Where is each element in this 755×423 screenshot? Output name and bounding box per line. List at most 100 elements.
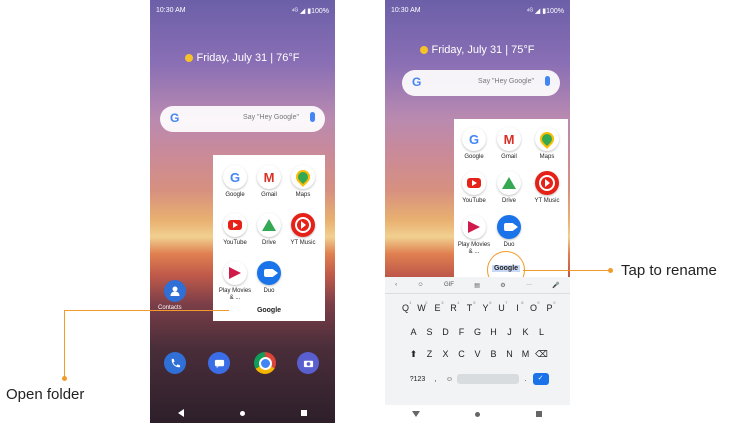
app-play-movies[interactable]: Play Movies & ...: [217, 261, 253, 302]
search-placeholder: Say "Hey Google": [243, 114, 299, 121]
app-play-movies[interactable]: Play Movies & ...: [456, 215, 492, 256]
key[interactable]: O9: [526, 300, 542, 313]
app-google[interactable]: G Google: [217, 165, 253, 199]
key[interactable]: X: [438, 349, 454, 360]
more-icon[interactable]: ···: [526, 282, 532, 288]
key[interactable]: F: [454, 327, 470, 337]
status-time: 10:30 AM: [156, 7, 186, 14]
key[interactable]: P0: [542, 300, 558, 313]
app-drive[interactable]: Drive: [251, 213, 287, 247]
period-key[interactable]: .: [519, 376, 533, 383]
key[interactable]: H: [486, 327, 502, 337]
app-duo[interactable]: Duo: [491, 215, 527, 249]
key[interactable]: E3: [430, 300, 446, 313]
microphone-icon[interactable]: [310, 112, 315, 122]
space-bar[interactable]: [456, 374, 519, 384]
key[interactable]: Q1: [398, 300, 414, 313]
status-bar: 10:30 AM ⁴ᴳ ◢ ▮100%: [150, 0, 335, 20]
symbols-key[interactable]: ?123: [407, 376, 429, 383]
google-search-bar[interactable]: G Say "Hey Google": [160, 106, 325, 132]
app-youtube[interactable]: YouTube: [456, 171, 492, 205]
app-google[interactable]: G Google: [456, 127, 492, 161]
app-gmail[interactable]: M Gmail: [251, 165, 287, 199]
camera-icon[interactable]: [297, 352, 319, 374]
key[interactable]: A: [406, 327, 422, 337]
comma-key[interactable]: ,: [429, 376, 443, 383]
done-key[interactable]: ✓: [532, 373, 549, 385]
app-youtube[interactable]: YouTube: [217, 213, 253, 247]
key[interactable]: Z: [422, 349, 438, 360]
app-label: Maps: [539, 154, 555, 160]
nav-bar: [385, 405, 570, 423]
key[interactable]: L: [534, 327, 550, 337]
status-time: 10:30 AM: [391, 7, 421, 14]
key[interactable]: R4: [446, 300, 462, 313]
date-weather-text: Friday, July 31 | 75°F: [431, 44, 535, 56]
key[interactable]: N: [502, 349, 518, 360]
key[interactable]: D: [438, 327, 454, 337]
emoji-key[interactable]: ☺: [443, 376, 457, 383]
key[interactable]: S: [422, 327, 438, 337]
app-maps[interactable]: Maps: [529, 127, 565, 161]
home-icon[interactable]: [240, 410, 245, 416]
maps-icon: [291, 165, 315, 189]
messages-icon[interactable]: [208, 352, 230, 374]
date-weather-widget[interactable]: Friday, July 31 | 76°F: [150, 52, 335, 64]
shift-key[interactable]: ⬆: [406, 349, 422, 360]
app-maps[interactable]: Maps: [285, 165, 321, 199]
key[interactable]: T5: [462, 300, 478, 313]
on-screen-keyboard: ‹ ☺ GIF ▤ ⚙ ··· 🎤 Q1 W2 E3 R4 T5 Y6 U7 I…: [385, 277, 570, 423]
key[interactable]: M: [518, 349, 534, 360]
contacts-icon[interactable]: [164, 280, 186, 302]
key[interactable]: B: [486, 349, 502, 360]
app-label: YouTube: [462, 198, 486, 204]
maps-icon: [535, 127, 559, 151]
key[interactable]: V: [470, 349, 486, 360]
collapse-icon[interactable]: ‹: [395, 282, 397, 288]
voice-input-icon[interactable]: 🎤: [552, 282, 559, 289]
app-drive[interactable]: Drive: [491, 171, 527, 205]
settings-icon[interactable]: ⚙: [500, 282, 505, 289]
app-label: YouTube: [223, 240, 247, 246]
callout-line-vertical: [64, 310, 65, 378]
chrome-icon[interactable]: [254, 352, 276, 374]
recents-icon[interactable]: [301, 410, 307, 416]
folder-name-label[interactable]: Google: [243, 307, 295, 314]
app-yt-music[interactable]: YT Music: [529, 171, 565, 205]
phone-icon[interactable]: [164, 352, 186, 374]
key[interactable]: W2: [414, 300, 430, 313]
app-duo[interactable]: Duo: [251, 261, 287, 295]
back-icon[interactable]: [178, 409, 184, 417]
gif-button[interactable]: GIF: [444, 282, 454, 288]
app-label: Google: [225, 192, 245, 198]
gmail-icon: M: [257, 165, 281, 189]
callout-line-horizontal: [523, 270, 611, 271]
app-label: Play Movies & ...: [218, 288, 252, 301]
key[interactable]: U7: [494, 300, 510, 313]
app-label: Drive: [261, 240, 276, 246]
key[interactable]: J: [502, 327, 518, 337]
home-icon[interactable]: [475, 411, 480, 417]
key[interactable]: I8: [510, 300, 526, 313]
key[interactable]: G: [470, 327, 486, 337]
duo-icon: [257, 261, 281, 285]
app-gmail[interactable]: M Gmail: [491, 127, 527, 161]
backspace-key[interactable]: ⌫: [534, 349, 550, 360]
sticker-icon[interactable]: ☺: [417, 282, 423, 288]
key[interactable]: C: [454, 349, 470, 360]
key[interactable]: K: [518, 327, 534, 337]
keyboard-row-3: ⬆ Z X C V B N M ⌫: [385, 349, 570, 360]
clipboard-icon[interactable]: ▤: [474, 282, 480, 289]
date-weather-widget[interactable]: Friday, July 31 | 75°F: [385, 44, 570, 56]
status-signal-battery: ⁴ᴳ ◢ ▮100%: [526, 8, 564, 15]
sun-icon: [185, 54, 194, 62]
google-search-bar[interactable]: G Say "Hey Google": [402, 70, 560, 96]
recents-icon[interactable]: [536, 411, 542, 417]
phone-screen-rename-folder: 10:30 AM ⁴ᴳ ◢ ▮100% Friday, July 31 | 75…: [385, 0, 570, 423]
back-icon[interactable]: [412, 411, 420, 417]
search-placeholder: Say "Hey Google": [478, 78, 534, 85]
keyboard-toolbar: ‹ ☺ GIF ▤ ⚙ ··· 🎤: [385, 277, 570, 294]
key[interactable]: Y6: [478, 300, 494, 313]
app-yt-music[interactable]: YT Music: [285, 213, 321, 247]
microphone-icon[interactable]: [545, 76, 550, 86]
